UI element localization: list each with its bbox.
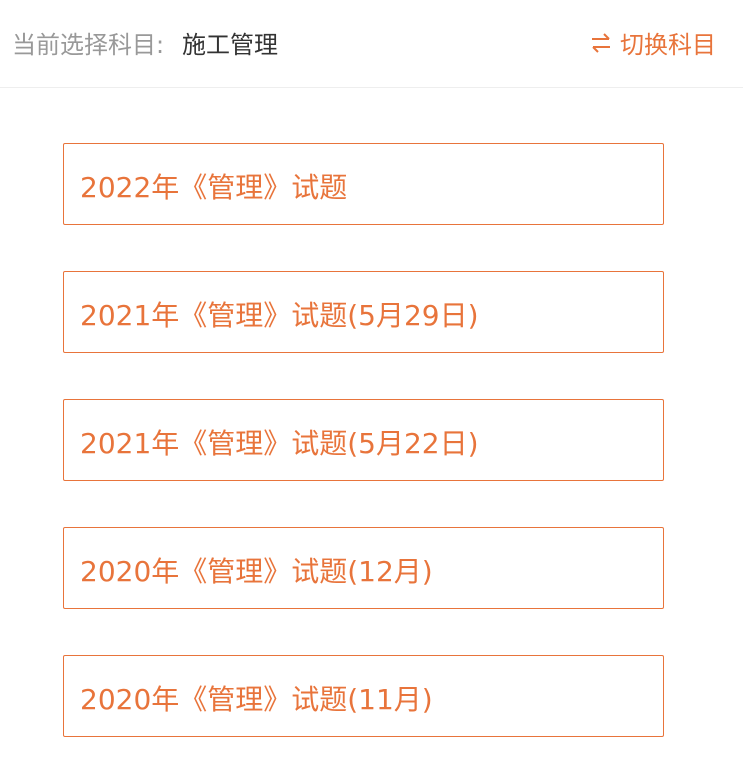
exam-item-2020-12[interactable]: 2020年《管理》试题(12月) <box>63 527 664 609</box>
exam-title: 2020年《管理》试题(11月) <box>80 683 433 716</box>
exam-title: 2022年《管理》试题 <box>80 171 348 204</box>
exam-item-2022[interactable]: 2022年《管理》试题 <box>63 143 664 225</box>
subject-label: 当前选择科目: <box>12 31 165 59</box>
swap-arrows-icon <box>590 32 612 54</box>
switch-subject-button[interactable]: 切换科目 <box>590 25 716 60</box>
exam-item-2021-0522[interactable]: 2021年《管理》试题(5月22日) <box>63 399 664 481</box>
current-subject: 施工管理 <box>182 31 278 59</box>
subject-header: 当前选择科目: 施工管理 切换科目 <box>0 0 743 88</box>
exam-title: 2021年《管理》试题(5月22日) <box>80 427 479 460</box>
exam-item-2020-11[interactable]: 2020年《管理》试题(11月) <box>63 655 664 737</box>
switch-subject-label: 切换科目 <box>620 31 716 59</box>
exam-title: 2020年《管理》试题(12月) <box>80 555 433 588</box>
exam-title: 2021年《管理》试题(5月29日) <box>80 299 479 332</box>
exam-item-2021-0529[interactable]: 2021年《管理》试题(5月29日) <box>63 271 664 353</box>
